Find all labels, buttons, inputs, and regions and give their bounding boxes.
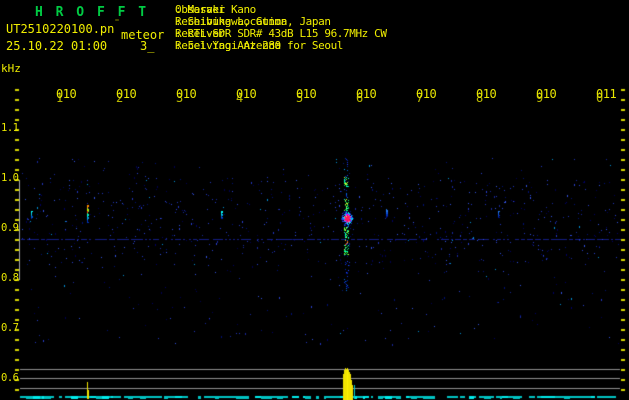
echo-counter: 3_ [140,39,155,53]
y-axis-unit-label: kHz [1,62,21,75]
filename-artifact: ¨ [114,19,121,30]
time-label: 010 9 [536,87,557,105]
freq-label: 0.9 [1,222,19,234]
time-label: 010 7 [416,87,437,105]
hrofft-spectrogram-image: H R O F F T UT2510220100.pn ¨ meteor 25.… [0,0,629,400]
spectrogram-canvas [0,0,629,400]
observation-datetime: 25.10.22 01:00 [6,39,108,53]
freq-label: 1.1 [1,122,19,134]
time-label: 010 5 [296,87,317,105]
station-info-value: : 5el Yagi Az 280 for Seoul [175,39,344,52]
time-label: 010 2 [116,87,137,105]
freq-label: 0.8 [1,272,19,284]
app-title: H R O F F T [35,5,149,20]
freq-label: 0.6 [1,372,19,384]
time-label: 010 3 [176,87,197,105]
freq-label: 0.7 [1,322,19,334]
time-label: 010 4 [236,87,257,105]
time-label: 010 1 [56,87,77,105]
time-label: 010 8 [476,87,497,105]
freq-label: 1.0 [1,172,19,184]
time-label: 011 0 [596,87,617,105]
filename-text: UT2510220100.pn [6,22,115,36]
time-label: 010 6 [356,87,377,105]
